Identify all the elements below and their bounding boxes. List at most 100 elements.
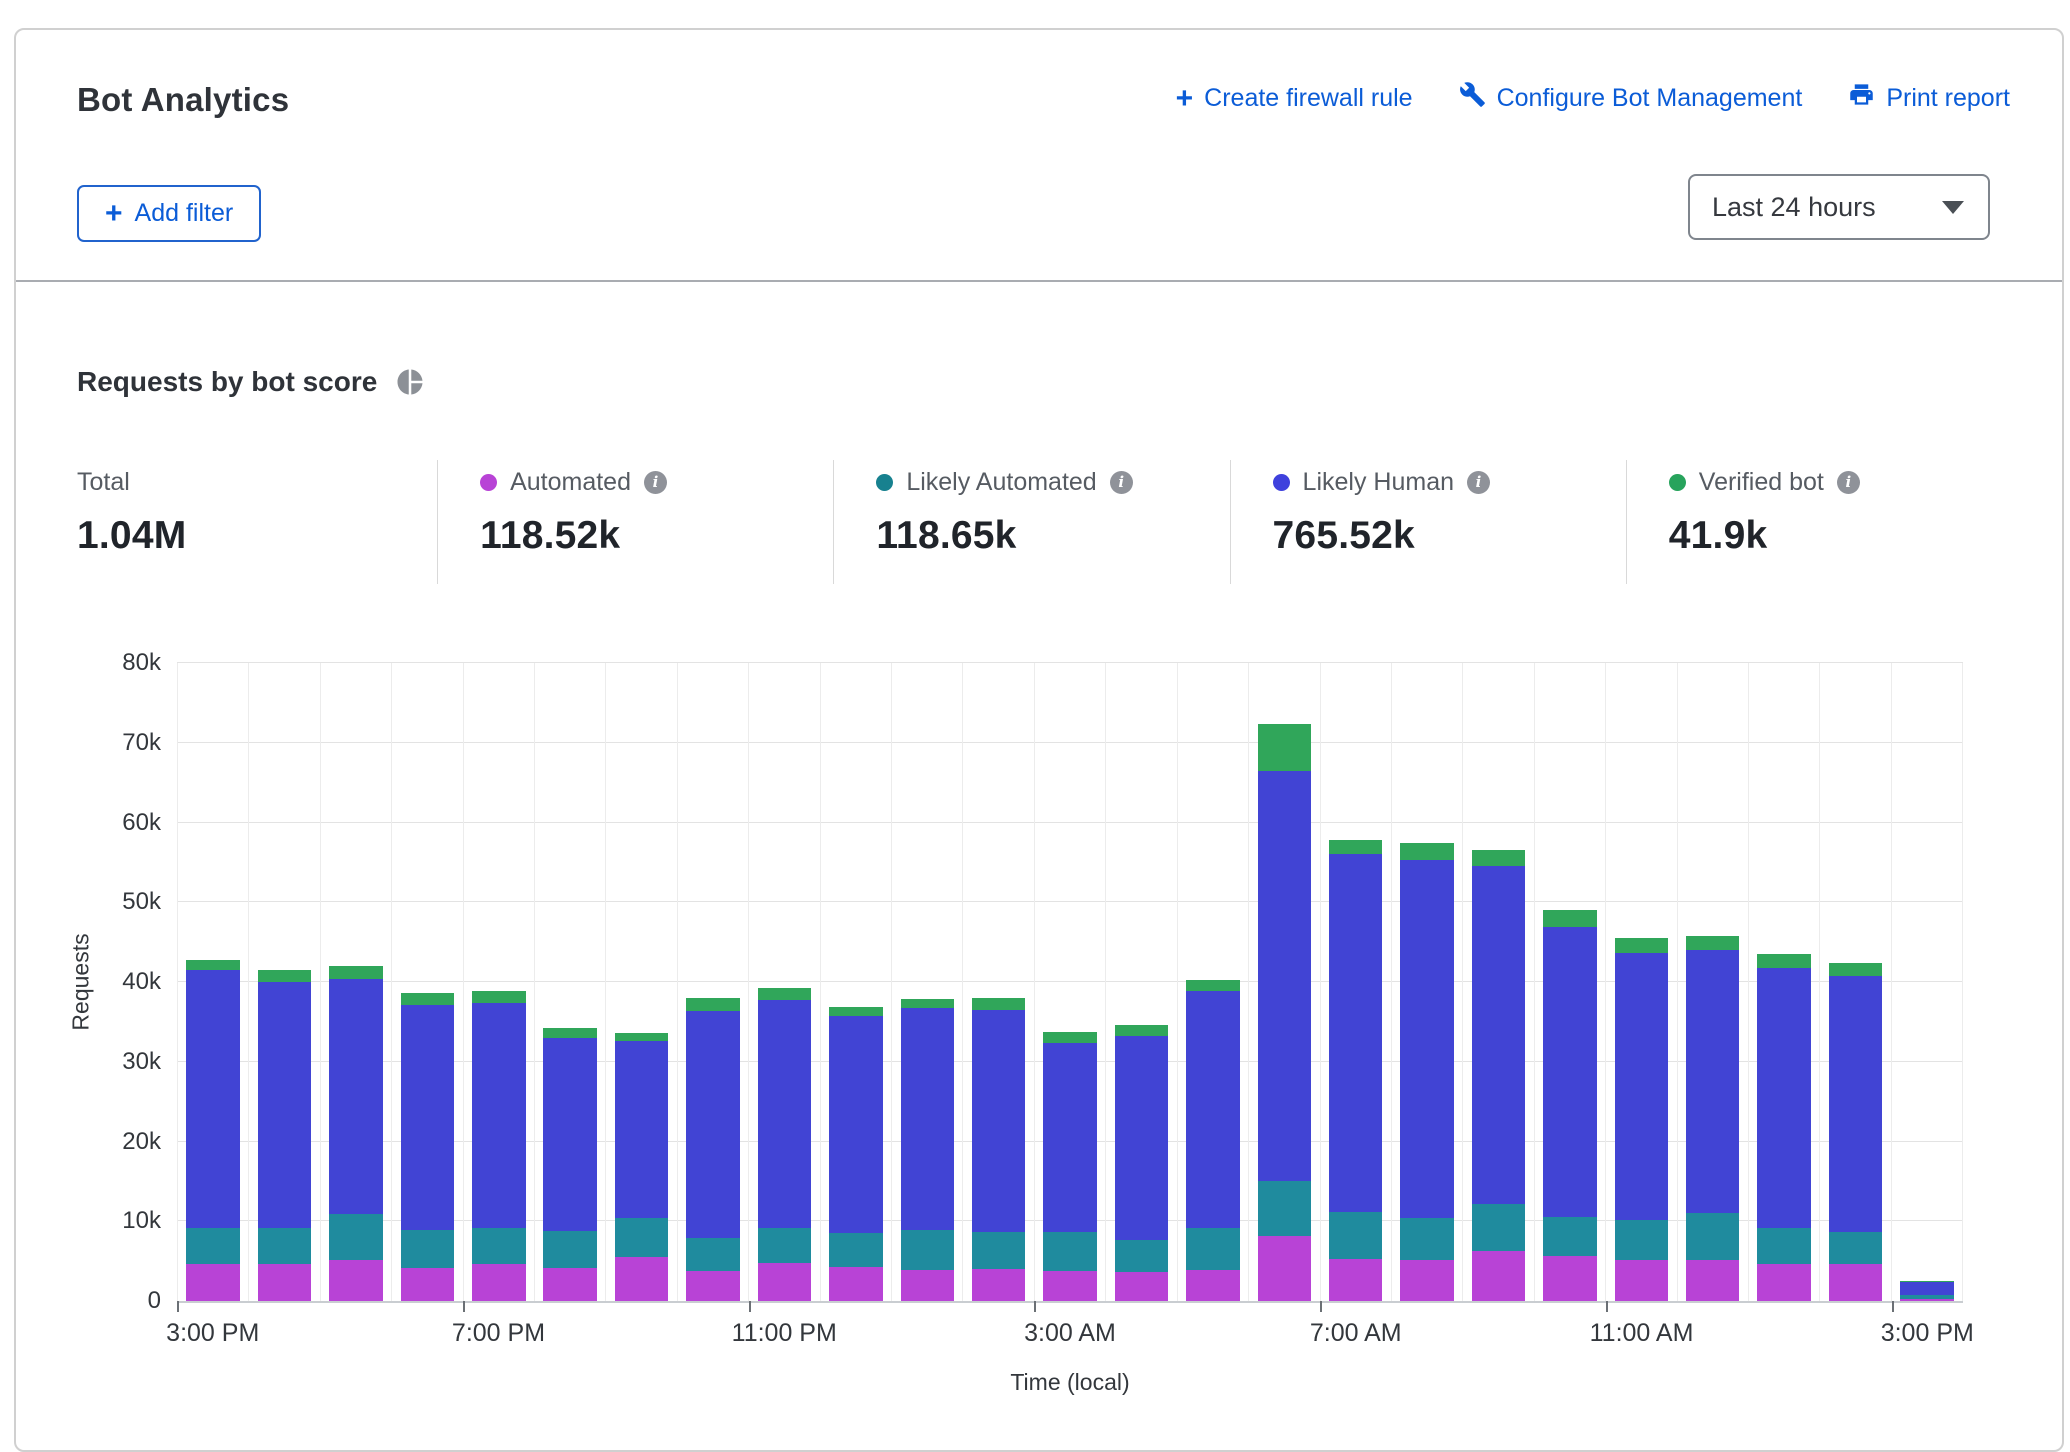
bar[interactable] [1900,1281,1954,1301]
stat-label: Total [77,468,130,497]
bar-segment-likely-human [901,1008,955,1230]
bar-slot [1677,663,1748,1301]
bar[interactable] [1472,850,1526,1301]
bar-slot [1177,663,1248,1301]
bar[interactable] [1115,1025,1169,1301]
x-tick-mark [177,1301,179,1312]
bar-slot [1462,663,1533,1301]
section-title-row: Requests by bot score [77,366,425,398]
bar-segment-verified-bot [615,1033,669,1041]
bar[interactable] [258,970,312,1301]
bar-segment-likely-human [758,1000,812,1227]
bar-slot [891,663,962,1301]
bars-area [177,663,1963,1301]
bar-segment-automated [615,1257,669,1301]
legend-dot-automated [480,474,497,491]
bar-segment-likely-human [1615,953,1669,1220]
bar-segment-likely-automated [1115,1240,1169,1272]
bar-segment-automated [1757,1264,1811,1302]
stat-likely-human: Likely Humani765.52k [1230,460,1626,584]
requests-chart: Requests Time (local) 010k20k30k40k50k60… [177,663,1963,1303]
bar-segment-verified-bot [1615,938,1669,953]
bar[interactable] [1615,938,1669,1301]
page-title: Bot Analytics [77,78,289,122]
y-axis-label: 50k [41,888,161,916]
info-icon[interactable]: i [1837,471,1860,494]
bar-segment-likely-human [186,970,240,1228]
x-axis-label: 3:00 PM [1881,1319,1974,1348]
bar-segment-automated [1258,1236,1312,1301]
bar-segment-verified-bot [1186,980,1240,991]
chevron-down-icon [1942,201,1964,214]
bar[interactable] [1543,910,1597,1301]
bar[interactable] [1258,724,1312,1301]
bar[interactable] [1329,840,1383,1301]
bar-segment-likely-automated [901,1230,955,1270]
bar[interactable] [686,998,740,1301]
bar[interactable] [615,1033,669,1301]
bar[interactable] [186,960,240,1301]
bar[interactable] [1400,843,1454,1301]
bar-slot [820,663,891,1301]
bar[interactable] [1829,963,1883,1301]
time-range-select[interactable]: Last 24 hours [1688,174,1990,240]
bar-segment-automated [1400,1260,1454,1301]
bar-segment-likely-human [972,1010,1026,1233]
bar[interactable] [1686,936,1740,1301]
pie-chart-icon [395,367,425,397]
bar[interactable] [972,998,1026,1301]
bar[interactable] [472,991,526,1301]
bar-slot [1034,663,1105,1301]
bar-segment-automated [1115,1272,1169,1302]
bar-segment-verified-bot [758,988,812,1001]
header-divider [16,280,2062,282]
info-icon[interactable]: i [1467,471,1490,494]
bar-segment-likely-automated [1043,1232,1097,1271]
bar-segment-automated [1543,1256,1597,1301]
add-filter-button[interactable]: + Add filter [77,185,261,242]
info-icon[interactable]: i [644,471,667,494]
card-header: Bot Analytics + Create firewall rule Con… [16,30,2062,282]
info-icon[interactable]: i [1110,471,1133,494]
bar-slot [1248,663,1319,1301]
y-axis-label: 0 [41,1287,161,1315]
bar[interactable] [1043,1032,1097,1301]
bar[interactable] [901,999,955,1301]
bar-segment-verified-bot [901,999,955,1009]
bar-segment-verified-bot [1757,954,1811,968]
bar-slot [463,663,534,1301]
x-axis-label: 7:00 PM [452,1319,545,1348]
create-firewall-rule-link[interactable]: + Create firewall rule [1176,84,1413,113]
bar-segment-verified-bot [1472,850,1526,865]
bar-segment-likely-automated [972,1232,1026,1269]
bar[interactable] [329,966,383,1301]
bar-slot [534,663,605,1301]
bar-segment-automated [1186,1270,1240,1301]
stat-label: Likely Human [1303,468,1454,497]
bar-slot [248,663,319,1301]
bar-segment-likely-automated [186,1228,240,1265]
stat-automated: Automatedi118.52k [437,460,833,584]
print-report-link[interactable]: Print report [1848,81,2010,115]
bar-segment-automated [329,1260,383,1301]
bar[interactable] [1186,980,1240,1301]
bar[interactable] [758,988,812,1301]
bar[interactable] [401,993,455,1301]
bar[interactable] [1757,954,1811,1301]
bar-segment-likely-human [329,979,383,1214]
bar-segment-verified-bot [1329,840,1383,854]
y-axis-label: 10k [41,1207,161,1235]
bar[interactable] [543,1028,597,1301]
bar-segment-likely-automated [1829,1232,1883,1265]
stat-label: Verified bot [1699,468,1824,497]
bar-segment-likely-human [1686,950,1740,1213]
bar-segment-verified-bot [258,970,312,982]
bar-segment-verified-bot [829,1007,883,1017]
configure-bot-management-link[interactable]: Configure Bot Management [1459,81,1803,115]
wrench-icon [1459,81,1486,115]
bar[interactable] [829,1007,883,1301]
x-tick-mark [463,1301,465,1312]
y-axis-label: 20k [41,1128,161,1156]
bar-segment-verified-bot [543,1028,597,1038]
bar-segment-likely-automated [1686,1213,1740,1260]
